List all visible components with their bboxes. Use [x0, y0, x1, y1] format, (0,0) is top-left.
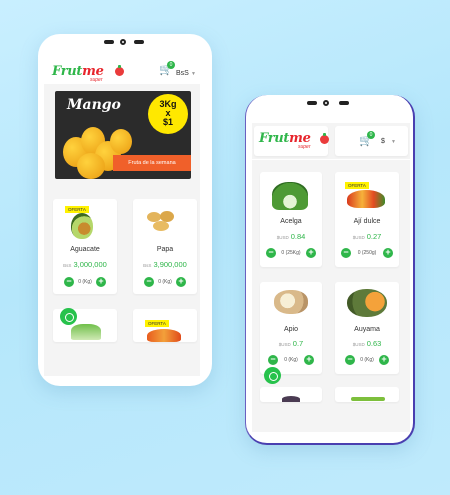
cart-count-badge: 0	[367, 131, 375, 139]
eggplant-image	[282, 396, 300, 402]
product-price: BsS 3,900,000	[143, 260, 187, 269]
product-card[interactable]: Papa BsS 3,900,000 − 0 (Kg) +	[133, 199, 197, 294]
plus-icon[interactable]: +	[306, 248, 316, 258]
phone-notch	[295, 95, 365, 113]
pumpkin-image	[347, 289, 387, 317]
product-name: Papa	[156, 246, 174, 253]
app-header: Frutme super 🛒 0 $ ▼	[252, 123, 410, 159]
quantity-stepper: − 0 (Kg) +	[133, 277, 197, 288]
product-name: Ají dulce	[353, 218, 381, 225]
plus-icon[interactable]: +	[304, 355, 314, 365]
cart-count-badge: 0	[167, 61, 175, 69]
plus-icon[interactable]: +	[379, 355, 389, 365]
leafy-vegetable-image	[71, 324, 101, 340]
camera	[120, 39, 126, 45]
whatsapp-icon[interactable]	[264, 367, 281, 384]
offer-badge: OFERTA	[65, 206, 89, 213]
speaker	[104, 40, 114, 44]
tomato-icon	[115, 65, 124, 76]
product-card[interactable]	[260, 387, 322, 402]
offer-badge: OFERTA	[145, 320, 169, 327]
plus-icon[interactable]: +	[176, 277, 186, 287]
celery-root-image	[274, 290, 308, 314]
quantity-value: 0 (Kg)	[360, 357, 374, 363]
whatsapp-icon[interactable]	[60, 308, 77, 325]
product-card[interactable]: Apio $USD 0.7 − 0 (Kg) +	[260, 282, 322, 374]
peppers-image	[147, 329, 181, 342]
offer-badge: OFERTA	[345, 182, 369, 189]
product-card[interactable]: OFERTA Aguacate BsS 3,000,000 − 0 (Kg) +	[53, 199, 117, 294]
app-header: Frutme super 🛒 0 BsS ▼	[44, 58, 200, 84]
banner-title: Mango	[67, 97, 121, 113]
vegetable-image	[351, 397, 385, 401]
chard-image	[272, 182, 308, 210]
price-burst: 3Kg x $1	[148, 94, 188, 134]
quantity-value: 0 (Kg)	[78, 279, 92, 285]
product-price: $USD 0.7	[278, 339, 304, 348]
quantity-stepper: − 0 (25Kg) +	[260, 248, 322, 259]
quantity-stepper: − 0 (Kg) +	[335, 355, 399, 366]
phone-mockup-right: Frutme super 🛒 0 $ ▼ Acelga $USD 0.84 − 0…	[245, 95, 415, 445]
chevron-down-icon[interactable]: ▼	[391, 139, 396, 145]
tomato-icon	[320, 133, 329, 144]
brand-sub: super	[298, 144, 311, 150]
sensor	[338, 101, 349, 105]
speaker	[306, 101, 317, 105]
product-name: Acelga	[280, 218, 302, 225]
brand-sub: super	[90, 77, 103, 83]
burst-line-3: $1	[162, 117, 173, 127]
fruit-of-week-button[interactable]: Fruta de la semana	[113, 155, 191, 171]
mango-image	[110, 129, 132, 154]
logo-card: Frutme super	[254, 126, 329, 156]
camera	[322, 100, 329, 106]
product-card[interactable]: Acelga $USD 0.84 − 0 (25Kg) +	[260, 172, 322, 267]
product-card[interactable]: OFERTA Ají dulce $USD 0.27 − 0 (250g) +	[335, 172, 399, 267]
mango-image	[77, 153, 105, 179]
currency-selector[interactable]: $	[381, 138, 385, 145]
product-name: Auyama	[354, 326, 380, 333]
phone-notch	[90, 34, 160, 52]
plus-icon[interactable]: +	[383, 248, 393, 258]
product-price: $USD 0.84	[276, 232, 306, 241]
product-price: $USD 0.63	[352, 339, 382, 348]
product-price: $USD 0.27	[352, 232, 382, 241]
chevron-down-icon[interactable]: ▼	[191, 71, 196, 77]
quantity-value: 0 (Kg)	[158, 279, 172, 285]
product-card[interactable]	[335, 387, 399, 402]
currency-selector[interactable]: BsS	[176, 70, 189, 77]
sensor	[134, 40, 144, 44]
quantity-stepper: − 0 (250g) +	[335, 248, 399, 259]
quantity-stepper: − 0 (Kg) +	[53, 277, 117, 288]
featured-banner[interactable]: Mango 3Kg x $1 Fruta de la semana	[55, 91, 191, 179]
cart-card: 🛒 0 $ ▼	[335, 126, 408, 156]
sweet-peppers-image	[347, 190, 385, 208]
product-name: Aguacate	[70, 246, 100, 253]
product-name: Apio	[283, 326, 298, 333]
product-card[interactable]: Auyama $USD 0.63 − 0 (Kg) +	[335, 282, 399, 374]
phone-mockup-left: Frutme super 🛒 0 BsS ▼ Mango 3Kg x $1 Fr…	[38, 34, 212, 386]
avocado-image	[71, 213, 93, 239]
product-price: BsS 3,000,000	[63, 260, 107, 269]
product-card[interactable]: OFERTA	[133, 309, 197, 342]
quantity-stepper: − 0 (Kg) +	[260, 355, 322, 366]
plus-icon[interactable]: +	[96, 277, 106, 287]
potato-image	[153, 221, 169, 231]
